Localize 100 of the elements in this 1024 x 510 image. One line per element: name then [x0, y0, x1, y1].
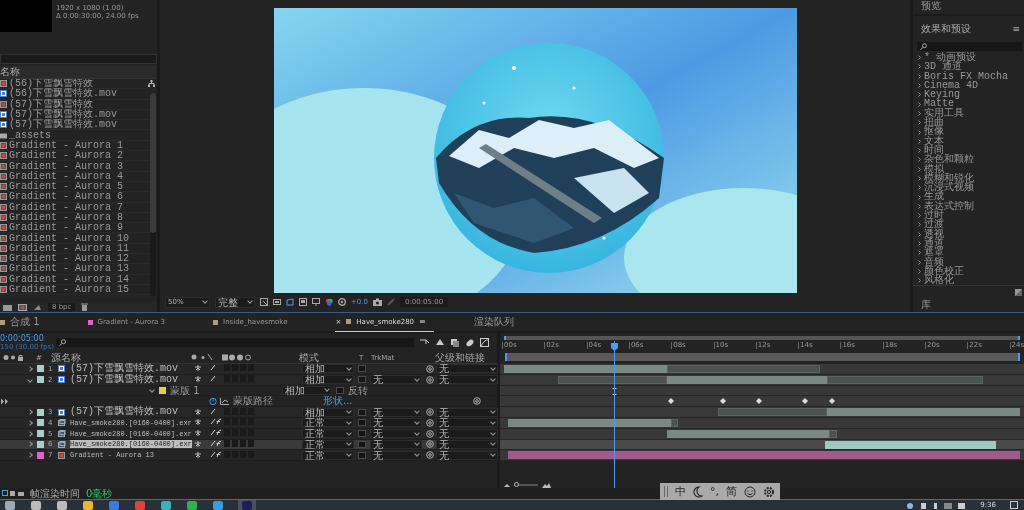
- layer-switches-icon[interactable]: [194, 364, 254, 372]
- dropdown[interactable]: 相加: [302, 364, 354, 374]
- track-matte-checkbox[interactable]: [358, 451, 366, 459]
- project-item[interactable]: Gradient - Aurora 4: [0, 171, 150, 182]
- layer-switches-icon[interactable]: [194, 407, 254, 415]
- dropdown[interactable]: 无: [436, 418, 498, 428]
- script-button[interactable]: 简: [726, 484, 737, 499]
- smiley-icon[interactable]: [744, 485, 756, 498]
- layer-switches-icon[interactable]: [194, 375, 254, 383]
- graph-editor-icon[interactable]: [480, 338, 489, 347]
- composition-tab[interactable]: 合成 1: [0, 313, 48, 331]
- effect-category[interactable]: Cinema 4D: [913, 80, 1024, 91]
- layer-duration-bar[interactable]: [667, 429, 829, 438]
- invert-checkbox[interactable]: [336, 387, 344, 394]
- moon-icon[interactable]: [693, 485, 703, 498]
- layer-name[interactable]: (57)下雪飘雪特效.mov: [70, 363, 192, 374]
- layer-duration-bar[interactable]: [825, 440, 996, 449]
- flowchart-icon[interactable]: [148, 80, 155, 87]
- layer-duration-bar[interactable]: [667, 375, 827, 384]
- search-field[interactable]: [0, 54, 157, 64]
- camera-icon[interactable]: [373, 298, 382, 306]
- comp-mini-flowchart-icon[interactable]: [420, 338, 429, 347]
- resize-icon[interactable]: [1015, 289, 1022, 297]
- settings-icon[interactable]: [763, 485, 775, 498]
- search-field[interactable]: [917, 42, 1022, 51]
- snapshot-display-icon[interactable]: [312, 298, 320, 306]
- dropdown[interactable]: 相加: [302, 375, 354, 385]
- dropdown[interactable]: 无: [370, 439, 422, 449]
- pick-whip-icon[interactable]: [473, 397, 481, 406]
- effect-category[interactable]: 音频: [913, 257, 1024, 267]
- label-swatch[interactable]: [37, 365, 44, 373]
- label-swatch[interactable]: [37, 430, 44, 438]
- mask-outline-icon[interactable]: [286, 298, 294, 306]
- effect-category[interactable]: Keying: [913, 90, 1024, 100]
- dropdown[interactable]: 无: [370, 418, 422, 428]
- project-item[interactable]: Gradient - Aurora 10: [0, 233, 150, 244]
- dropdown[interactable]: 无: [370, 450, 422, 460]
- layer-name[interactable]: (57)下雪飘雪特效.mov: [70, 374, 192, 385]
- region-icon[interactable]: [260, 298, 268, 306]
- mask-name[interactable]: 蒙版 1: [170, 383, 230, 398]
- frame-blending-icon[interactable]: [450, 338, 459, 347]
- keyframe-nav-icon[interactable]: [0, 397, 9, 405]
- project-item[interactable]: (57)下雪飘雪特效.mov: [0, 120, 150, 131]
- project-item[interactable]: (57)下雪飘雪特效.mov: [0, 109, 150, 121]
- dropdown[interactable]: 无: [370, 407, 422, 417]
- project-item[interactable]: Gradient - Aurora 7: [0, 202, 150, 213]
- transparency-grid-icon[interactable]: [273, 298, 281, 306]
- keyframe-icon[interactable]: [756, 398, 762, 405]
- dropdown[interactable]: 无: [436, 439, 498, 449]
- dropdown[interactable]: 无: [436, 364, 498, 374]
- exposure-icon[interactable]: [338, 298, 346, 306]
- layer-name[interactable]: (57)下雪飘雪特效.mov: [70, 407, 192, 418]
- label-swatch[interactable]: [37, 408, 44, 416]
- input-mode-button[interactable]: 中: [675, 484, 686, 499]
- project-item[interactable]: (56)下雪飘雪特效.mov: [0, 89, 150, 100]
- dropdown[interactable]: 无: [436, 429, 498, 439]
- menu-icon[interactable]: ≡: [1012, 24, 1020, 34]
- dropdown[interactable]: 无: [370, 429, 422, 439]
- layer-switches-icon[interactable]: [194, 439, 254, 447]
- motion-blur-icon[interactable]: [465, 338, 474, 347]
- draft-3d-icon[interactable]: [435, 338, 444, 347]
- stopwatch-icon[interactable]: [209, 397, 217, 406]
- layer-switches-icon[interactable]: [194, 418, 254, 426]
- label-swatch[interactable]: [37, 419, 44, 427]
- trash-icon[interactable]: [81, 303, 89, 311]
- notifications-icon[interactable]: [1010, 501, 1018, 509]
- dropdown[interactable]: 无: [370, 375, 422, 385]
- effect-category[interactable]: Boris FX Mocha: [913, 71, 1024, 81]
- dropdown[interactable]: 无: [436, 407, 498, 417]
- effect-category[interactable]: 文本: [913, 136, 1024, 146]
- dropdown[interactable]: 正常: [302, 439, 354, 449]
- project-item[interactable]: Gradient - Aurora 13: [0, 264, 150, 275]
- effect-category[interactable]: Matte: [913, 99, 1024, 109]
- effect-category[interactable]: 透视: [913, 229, 1024, 239]
- dropdown[interactable]: 无: [436, 450, 498, 460]
- dropdown[interactable]: 正常: [302, 418, 354, 428]
- project-item[interactable]: Gradient - Aurora 9: [0, 223, 150, 234]
- layer-duration-bar[interactable]: [508, 451, 1020, 460]
- dropdown[interactable]: 正常: [302, 429, 354, 439]
- composition-tab[interactable]: 渲染队列: [473, 313, 522, 331]
- dropdown[interactable]: 相加: [302, 407, 354, 417]
- dropdown[interactable]: 无: [436, 375, 498, 385]
- track-matte-checkbox[interactable]: [358, 440, 366, 448]
- composition-icon[interactable]: [18, 303, 27, 311]
- effect-category[interactable]: 杂色和颗粒: [913, 155, 1024, 165]
- dropdown[interactable]: 正常: [302, 450, 354, 460]
- dropdown[interactable]: 相加: [282, 386, 332, 395]
- effect-category[interactable]: 抠像: [913, 127, 1024, 137]
- layer-switches-icon[interactable]: [194, 429, 254, 437]
- playhead-handle-icon[interactable]: [611, 343, 618, 351]
- project-item[interactable]: Gradient - Aurora 3: [0, 161, 150, 172]
- effect-category[interactable]: 风格化: [913, 276, 1024, 286]
- effect-category[interactable]: 颜色校正: [913, 266, 1024, 277]
- project-item[interactable]: Gradient - Aurora 2: [0, 151, 150, 162]
- project-item[interactable]: Gradient - Aurora 14: [0, 274, 150, 285]
- keyframe-icon[interactable]: [802, 398, 808, 405]
- label-swatch[interactable]: [37, 440, 44, 448]
- status-toggles-icon[interactable]: [2, 490, 24, 497]
- menu-icon[interactable]: ≡: [419, 317, 426, 326]
- effect-category[interactable]: 遮罩: [913, 248, 1024, 258]
